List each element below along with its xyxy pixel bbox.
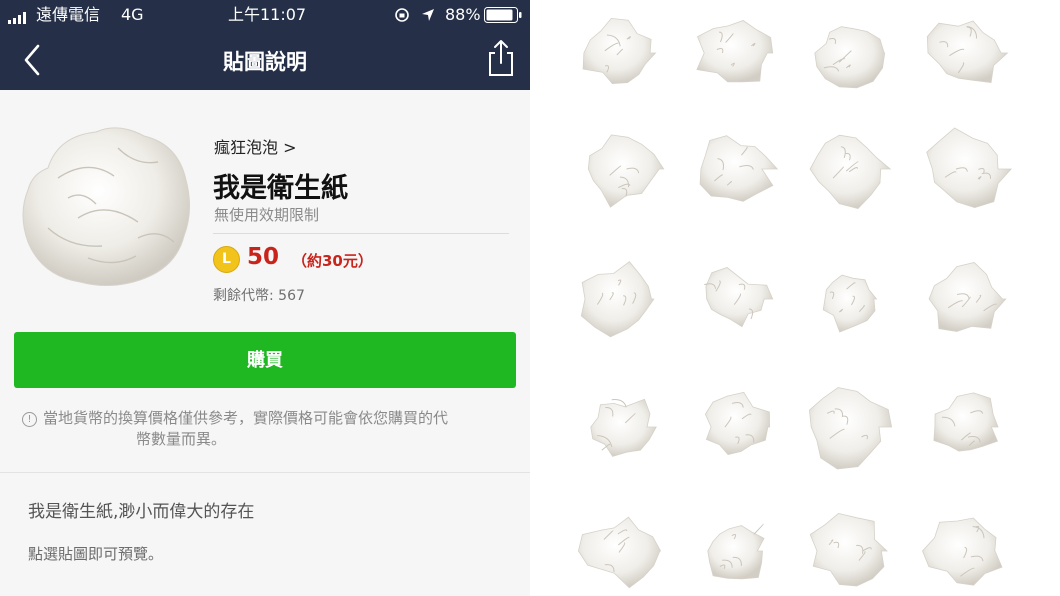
tissue-sticker-19 (809, 512, 889, 587)
sticker-main-image[interactable] (18, 118, 194, 290)
info-icon: ! (22, 412, 37, 427)
tissue-sticker-12 (928, 262, 1007, 332)
sticker-thumbnail[interactable] (685, 254, 785, 344)
local-price: （約30元） (292, 252, 373, 270)
tissue-sticker-17 (577, 516, 662, 589)
notice-text-continued: 幣數量而異。 (135, 430, 226, 448)
tissue-sticker-5 (587, 134, 665, 208)
sticker-thumbnail[interactable] (798, 506, 898, 596)
tissue-sticker-14 (704, 391, 771, 456)
sticker-thumbnail[interactable] (570, 8, 670, 98)
tissue-sticker-18 (707, 523, 765, 580)
coin-icon: L (213, 246, 240, 273)
sticker-detail: 瘋狂泡泡 > 我是衛生紙 無使用效期限制 L 50 （約30元） 剩餘代幣: 5… (0, 90, 530, 472)
battery-percent: 88% (445, 5, 481, 24)
tissue-sticker-2 (696, 20, 774, 83)
battery-icon (484, 7, 522, 28)
status-bar: 遠傳電信 4G 上午11:07 88% (0, 0, 530, 30)
tissue-sticker-1 (582, 17, 657, 85)
sticker-thumbnail[interactable] (915, 382, 1015, 472)
tissue-sticker-10 (704, 267, 774, 328)
buy-button[interactable]: 購買 (14, 332, 516, 388)
tissue-sticker-3 (814, 26, 886, 89)
sticker-thumbnail[interactable] (798, 254, 898, 344)
price-value: 50 (247, 244, 280, 270)
phone-screen: 遠傳電信 4G 上午11:07 88% 貼圖說明 瘋狂泡泡 > 我是衛生紙 無使… (0, 0, 530, 596)
sticker-thumbnail[interactable] (570, 124, 670, 214)
signal-icon (8, 9, 30, 29)
tissue-sticker-16 (933, 392, 999, 452)
share-button[interactable] (484, 38, 518, 78)
sticker-thumbnail[interactable] (685, 506, 785, 596)
carrier-label: 遠傳電信 (36, 5, 101, 24)
sticker-thumbnail[interactable] (915, 254, 1015, 344)
tissue-sticker-11 (822, 274, 878, 333)
sticker-pack-title: 我是衛生紙 (213, 173, 348, 204)
tissue-sticker-4 (926, 20, 1009, 84)
sticker-thumbnail[interactable] (570, 254, 670, 344)
notice-text: 當地貨幣的換算價格僅供參考，實際價格可能會依您購買的代 (43, 409, 449, 427)
tissue-sticker-6 (699, 135, 779, 202)
share-icon (489, 40, 513, 76)
sticker-grid (540, 0, 1060, 596)
sticker-thumbnail[interactable] (798, 124, 898, 214)
sticker-thumbnail[interactable] (570, 382, 670, 472)
sticker-thumbnail[interactable] (685, 382, 785, 472)
sticker-thumbnail[interactable] (915, 8, 1015, 98)
clock: 上午11:07 (228, 5, 307, 24)
description-section: 我是衛生紙,渺小而偉大的存在 點選貼圖即可預覽。 (0, 473, 530, 596)
preview-hint: 點選貼圖即可預覽。 (28, 545, 164, 563)
sticker-thumbnail[interactable] (685, 124, 785, 214)
page-title: 貼圖說明 (223, 50, 307, 74)
divider (213, 233, 509, 234)
rotation-lock-icon (394, 7, 410, 28)
tissue-sticker-7 (809, 134, 892, 209)
sticker-thumbnail[interactable] (915, 124, 1015, 214)
network-label: 4G (121, 5, 144, 24)
author-link[interactable]: 瘋狂泡泡 > (214, 134, 297, 158)
sticker-thumbnail[interactable] (798, 8, 898, 98)
sticker-thumbnail[interactable] (915, 506, 1015, 596)
tissue-sticker-20 (922, 517, 1003, 586)
sticker-thumbnail[interactable] (685, 8, 785, 98)
coin-balance: 剩餘代幣: 567 (213, 288, 305, 304)
tissue-sticker-13 (590, 398, 657, 457)
tissue-sticker-15 (808, 387, 893, 470)
location-icon (420, 7, 436, 28)
tissue-sticker-9 (580, 261, 655, 338)
price-notice: ! 當地貨幣的換算價格僅供參考，實際價格可能會依您購買的代 幣數量而異。 (22, 408, 512, 450)
sticker-thumbnail[interactable] (570, 506, 670, 596)
navigation-bar: 貼圖說明 (0, 30, 530, 90)
sticker-thumbnail[interactable] (798, 382, 898, 472)
tissue-sticker-8 (926, 127, 1013, 209)
description-text: 我是衛生紙,渺小而偉大的存在 (28, 502, 255, 522)
validity-label: 無使用效期限制 (214, 206, 320, 224)
